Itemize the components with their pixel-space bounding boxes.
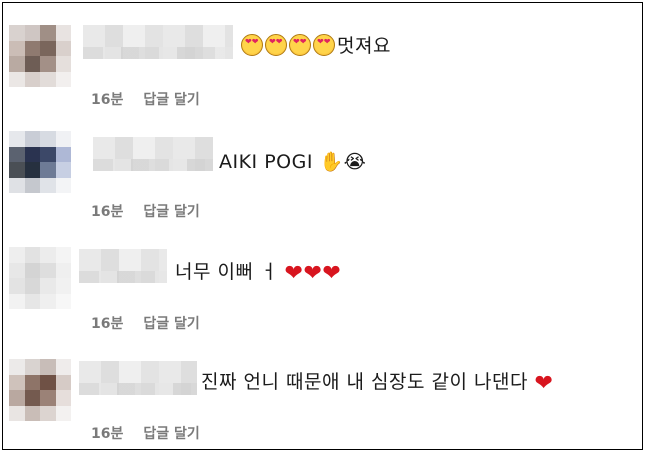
comment-meta: 16분 답글 달기 [91,89,200,109]
red-heart-emoji-icon: ❤ [534,371,554,396]
heart-eyes-emoji-icon [265,34,287,56]
avatar[interactable] [9,247,71,309]
comment-body: AIKI POGI [219,151,313,173]
heart-eyes-emoji-icon [241,34,263,56]
comment-time: 16분 [91,92,124,108]
comment-text: AIKI POGI ✋😭 [219,149,366,175]
blurred-username[interactable] [93,137,213,171]
comment-time: 16분 [91,204,124,220]
comment-time: 16분 [91,426,124,442]
reply-button[interactable]: 답글 달기 [143,426,199,442]
reply-button[interactable]: 답글 달기 [143,92,199,108]
comment-meta: 16분 답글 달기 [91,423,200,443]
comment-time: 16분 [91,316,124,332]
blurred-username[interactable] [79,249,167,283]
heart-eyes-emoji-icon [289,34,311,56]
heart-eyes-emoji-icon [313,34,335,56]
comment-body: 진짜 언니 때문애 내 심장도 같이 나댄다 [201,371,528,393]
comment-item: 멋져요 16분 답글 달기 [3,3,642,113]
comment-meta: 16분 답글 달기 [91,201,200,221]
avatar[interactable] [9,25,71,87]
red-hearts-emoji-icon: ❤❤❤ [284,261,342,286]
avatar[interactable] [9,359,71,421]
comment-list: 멋져요 16분답글 달기 AIKI POGI ✋😭 16분답글 달기 [2,2,643,450]
comment-body: 너무 이뻐 ㅓ [175,261,278,283]
hand-and-crying-face-emoji-icon: ✋😭 [319,151,367,173]
comment-text: 너무 이뻐 ㅓ ❤❤❤ [175,259,341,287]
reply-button[interactable]: 답글 달기 [143,316,199,332]
comment-text: 진짜 언니 때문애 내 심장도 같이 나댄다 ❤ [201,369,553,397]
avatar[interactable] [9,131,71,193]
comment-item: 너무 이뻐 ㅓ ❤❤❤ 16분 답글 달기 [3,223,642,333]
comment-meta: 16분 답글 달기 [91,313,200,333]
comment-text: 멋져요 [241,33,391,59]
comment-item: AIKI POGI ✋😭 16분 답글 달기 [3,113,642,223]
comment-item: 진짜 언니 때문애 내 심장도 같이 나댄다 ❤ 16분 답글 달기 [3,333,642,443]
reply-button[interactable]: 답글 달기 [143,204,199,220]
blurred-username[interactable] [83,25,233,59]
comment-body: 멋져요 [337,35,391,57]
blurred-username[interactable] [79,361,197,395]
